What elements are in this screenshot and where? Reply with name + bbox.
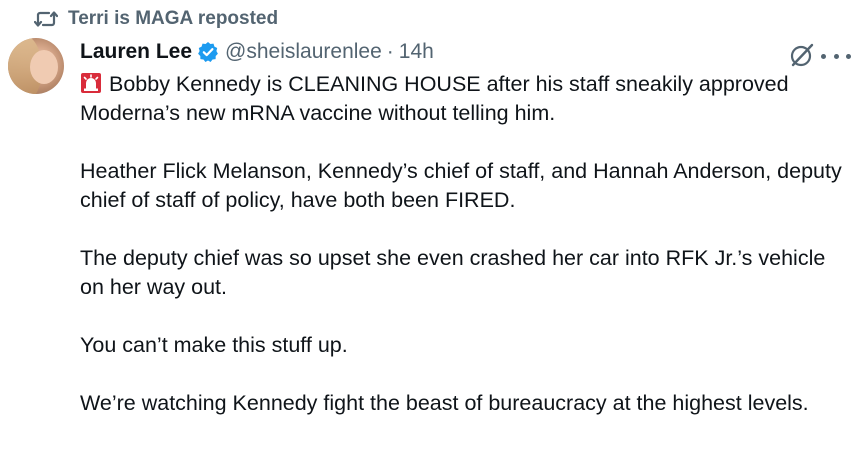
siren-icon bbox=[80, 72, 102, 94]
tweet-text: Bobby Kennedy is CLEANING HOUSE after hi… bbox=[80, 70, 850, 418]
avatar[interactable] bbox=[8, 38, 64, 94]
repost-icon bbox=[34, 9, 58, 29]
verified-badge-icon bbox=[197, 41, 219, 63]
tweet-header: Lauren Lee @sheislaurenlee · 14h bbox=[80, 38, 434, 66]
tweet-paragraph-5: We’re watching Kennedy fight the beast o… bbox=[80, 391, 809, 415]
tweet-paragraph-1-text: Bobby Kennedy is CLEANING HOUSE after hi… bbox=[80, 72, 795, 125]
timestamp[interactable]: 14h bbox=[399, 40, 434, 64]
tweet-paragraph-2: Heather Flick Melanson, Kennedy’s chief … bbox=[80, 159, 848, 212]
repost-label: Terri is MAGA reposted bbox=[68, 8, 279, 29]
author-name[interactable]: Lauren Lee bbox=[80, 40, 192, 64]
grok-icon[interactable] bbox=[788, 41, 816, 69]
tweet-paragraph-1: Bobby Kennedy is CLEANING HOUSE after hi… bbox=[80, 70, 850, 128]
tweet-paragraph-4: You can’t make this stuff up. bbox=[80, 333, 348, 357]
tweet-paragraph-3: The deputy chief was so upset she even c… bbox=[80, 246, 832, 299]
more-options-icon[interactable] bbox=[821, 46, 851, 66]
repost-indicator[interactable]: Terri is MAGA reposted bbox=[34, 6, 278, 32]
author-handle[interactable]: @sheislaurenlee bbox=[225, 40, 382, 64]
separator-dot: · bbox=[386, 40, 394, 63]
